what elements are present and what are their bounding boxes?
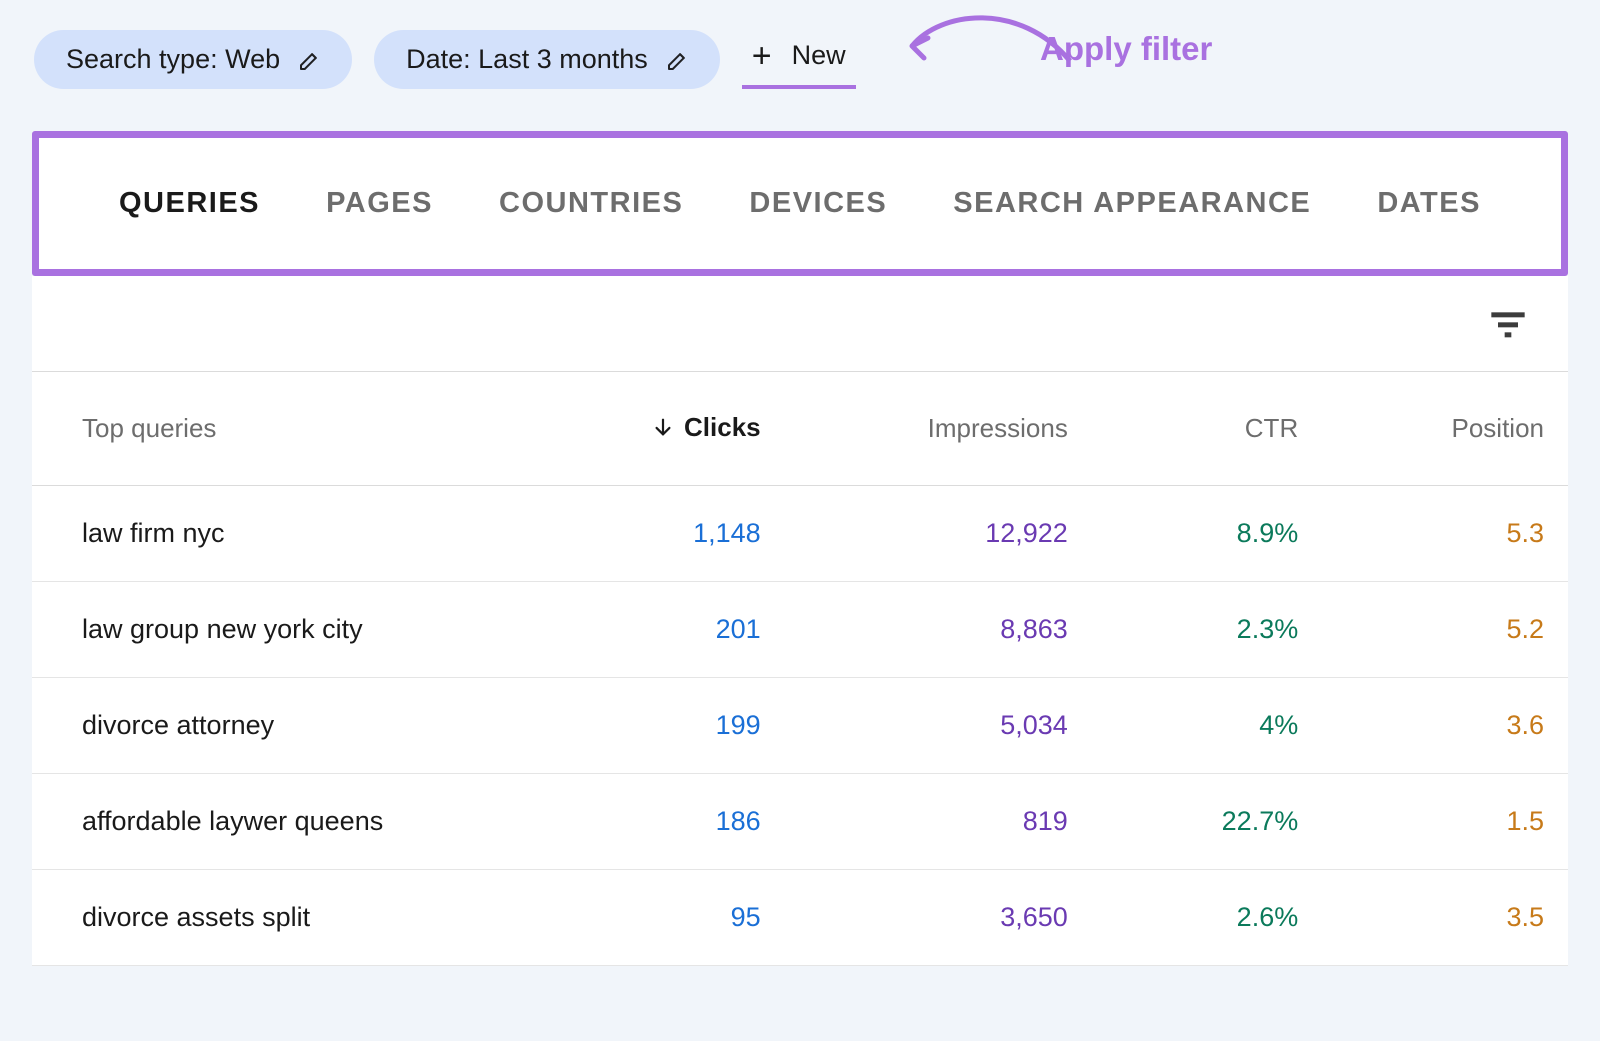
cell-ctr: 2.6% bbox=[1092, 869, 1322, 965]
table-row[interactable]: divorce assets split953,6502.6%3.5 bbox=[32, 869, 1568, 965]
cell-clicks: 186 bbox=[570, 773, 785, 869]
cell-query: affordable laywer queens bbox=[32, 773, 570, 869]
date-range-chip[interactable]: Date: Last 3 months bbox=[374, 30, 720, 89]
cell-ctr: 22.7% bbox=[1092, 773, 1322, 869]
table-row[interactable]: affordable laywer queens18681922.7%1.5 bbox=[32, 773, 1568, 869]
performance-table-panel: Top queries Clicks Impressions bbox=[32, 276, 1568, 966]
cell-position: 5.2 bbox=[1322, 581, 1568, 677]
table-row[interactable]: law firm nyc1,14812,9228.9%5.3 bbox=[32, 485, 1568, 581]
table-row[interactable]: law group new york city2018,8632.3%5.2 bbox=[32, 581, 1568, 677]
column-header-query-label: Top queries bbox=[82, 413, 216, 443]
cell-query: divorce assets split bbox=[32, 869, 570, 965]
pencil-icon bbox=[666, 48, 690, 72]
tab-search-appearance[interactable]: SEARCH APPEARANCE bbox=[953, 187, 1311, 220]
search-type-chip[interactable]: Search type: Web bbox=[34, 30, 352, 89]
cell-query: law group new york city bbox=[32, 581, 570, 677]
new-filter-button[interactable]: + New bbox=[742, 31, 856, 89]
tab-countries[interactable]: COUNTRIES bbox=[499, 187, 683, 220]
sort-descending-icon bbox=[652, 414, 674, 445]
cell-impressions: 5,034 bbox=[785, 677, 1092, 773]
table-header-row: Top queries Clicks Impressions bbox=[32, 372, 1568, 485]
cell-impressions: 3,650 bbox=[785, 869, 1092, 965]
cell-ctr: 4% bbox=[1092, 677, 1322, 773]
cell-position: 3.5 bbox=[1322, 869, 1568, 965]
cell-clicks: 201 bbox=[570, 581, 785, 677]
cell-query: law firm nyc bbox=[32, 485, 570, 581]
cell-ctr: 8.9% bbox=[1092, 485, 1322, 581]
cell-impressions: 12,922 bbox=[785, 485, 1092, 581]
cell-clicks: 95 bbox=[570, 869, 785, 965]
column-header-impressions[interactable]: Impressions bbox=[785, 372, 1092, 485]
column-header-clicks[interactable]: Clicks bbox=[570, 372, 785, 485]
plus-icon: + bbox=[752, 39, 772, 73]
pencil-icon bbox=[298, 48, 322, 72]
queries-table: Top queries Clicks Impressions bbox=[32, 372, 1568, 966]
cell-position: 1.5 bbox=[1322, 773, 1568, 869]
cell-query: divorce attorney bbox=[32, 677, 570, 773]
cell-clicks: 199 bbox=[570, 677, 785, 773]
column-header-impressions-label: Impressions bbox=[928, 413, 1068, 443]
date-range-label: Date: Last 3 months bbox=[406, 44, 648, 75]
cell-position: 3.6 bbox=[1322, 677, 1568, 773]
table-row[interactable]: divorce attorney1995,0344%3.6 bbox=[32, 677, 1568, 773]
table-toolbar bbox=[32, 276, 1568, 372]
column-header-ctr[interactable]: CTR bbox=[1092, 372, 1322, 485]
search-type-label: Search type: Web bbox=[66, 44, 280, 75]
cell-position: 5.3 bbox=[1322, 485, 1568, 581]
tab-queries[interactable]: QUERIES bbox=[119, 187, 260, 220]
cell-impressions: 819 bbox=[785, 773, 1092, 869]
column-header-position[interactable]: Position bbox=[1322, 372, 1568, 485]
column-header-position-label: Position bbox=[1452, 413, 1545, 443]
new-filter-label: New bbox=[792, 40, 846, 71]
column-header-ctr-label: CTR bbox=[1245, 413, 1298, 443]
tab-devices[interactable]: DEVICES bbox=[749, 187, 887, 220]
column-header-clicks-label: Clicks bbox=[684, 412, 761, 442]
column-header-query[interactable]: Top queries bbox=[32, 372, 570, 485]
cell-impressions: 8,863 bbox=[785, 581, 1092, 677]
tab-pages[interactable]: PAGES bbox=[326, 187, 433, 220]
cell-clicks: 1,148 bbox=[570, 485, 785, 581]
tab-dates[interactable]: DATES bbox=[1377, 187, 1481, 220]
filter-icon[interactable] bbox=[1488, 304, 1528, 344]
cell-ctr: 2.3% bbox=[1092, 581, 1322, 677]
dimension-tabs-panel: QUERIES PAGES COUNTRIES DEVICES SEARCH APPEA… bbox=[32, 131, 1568, 276]
filter-chip-row: Search type: Web Date: Last 3 months + N… bbox=[32, 20, 1568, 113]
